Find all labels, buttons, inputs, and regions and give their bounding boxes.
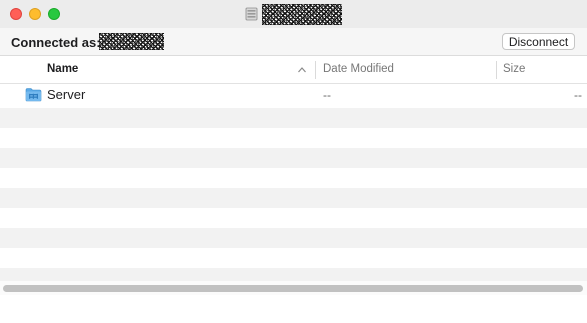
title-bar[interactable] xyxy=(0,0,587,28)
horizontal-scrollbar[interactable] xyxy=(0,281,587,295)
file-date-modified: -- xyxy=(323,88,331,102)
network-folder-icon xyxy=(25,88,42,102)
list-row-background xyxy=(0,128,587,148)
list-row-background xyxy=(0,208,587,228)
list-row-background xyxy=(0,148,587,168)
file-size: -- xyxy=(574,88,582,102)
column-date-modified-header[interactable]: Date Modified xyxy=(323,63,394,75)
minimize-window-button[interactable] xyxy=(29,8,41,20)
connection-toolbar: Connected as: Disconnect xyxy=(0,28,587,56)
window-bottom-area xyxy=(0,295,587,323)
redacted-host-name xyxy=(262,3,342,25)
close-window-button[interactable] xyxy=(10,8,22,20)
maximize-window-button[interactable] xyxy=(48,8,60,20)
file-row-server[interactable]: Server -- -- xyxy=(0,84,587,105)
window-title xyxy=(245,3,342,25)
sort-ascending-icon[interactable] xyxy=(297,65,307,75)
sftp-browser-window: Connected as: Disconnect Name Date Modif… xyxy=(0,0,587,323)
list-row-background xyxy=(0,228,587,248)
disconnect-button[interactable]: Disconnect xyxy=(502,33,575,50)
scrollbar-thumb[interactable] xyxy=(3,285,583,292)
column-divider[interactable] xyxy=(315,61,316,79)
list-row-background xyxy=(0,168,587,188)
file-name: Server xyxy=(47,87,86,102)
file-list[interactable]: Server -- -- xyxy=(0,87,587,293)
list-row-background xyxy=(0,248,587,268)
list-row-background xyxy=(0,188,587,208)
server-icon xyxy=(245,7,258,21)
column-divider[interactable] xyxy=(496,61,497,79)
redacted-username xyxy=(99,33,164,50)
connected-as-label: Connected as: xyxy=(11,35,101,50)
column-size-header[interactable]: Size xyxy=(503,63,525,75)
list-row-background xyxy=(0,108,587,128)
column-name-header[interactable]: Name xyxy=(47,63,78,75)
column-header: Name Date Modified Size xyxy=(0,56,587,84)
